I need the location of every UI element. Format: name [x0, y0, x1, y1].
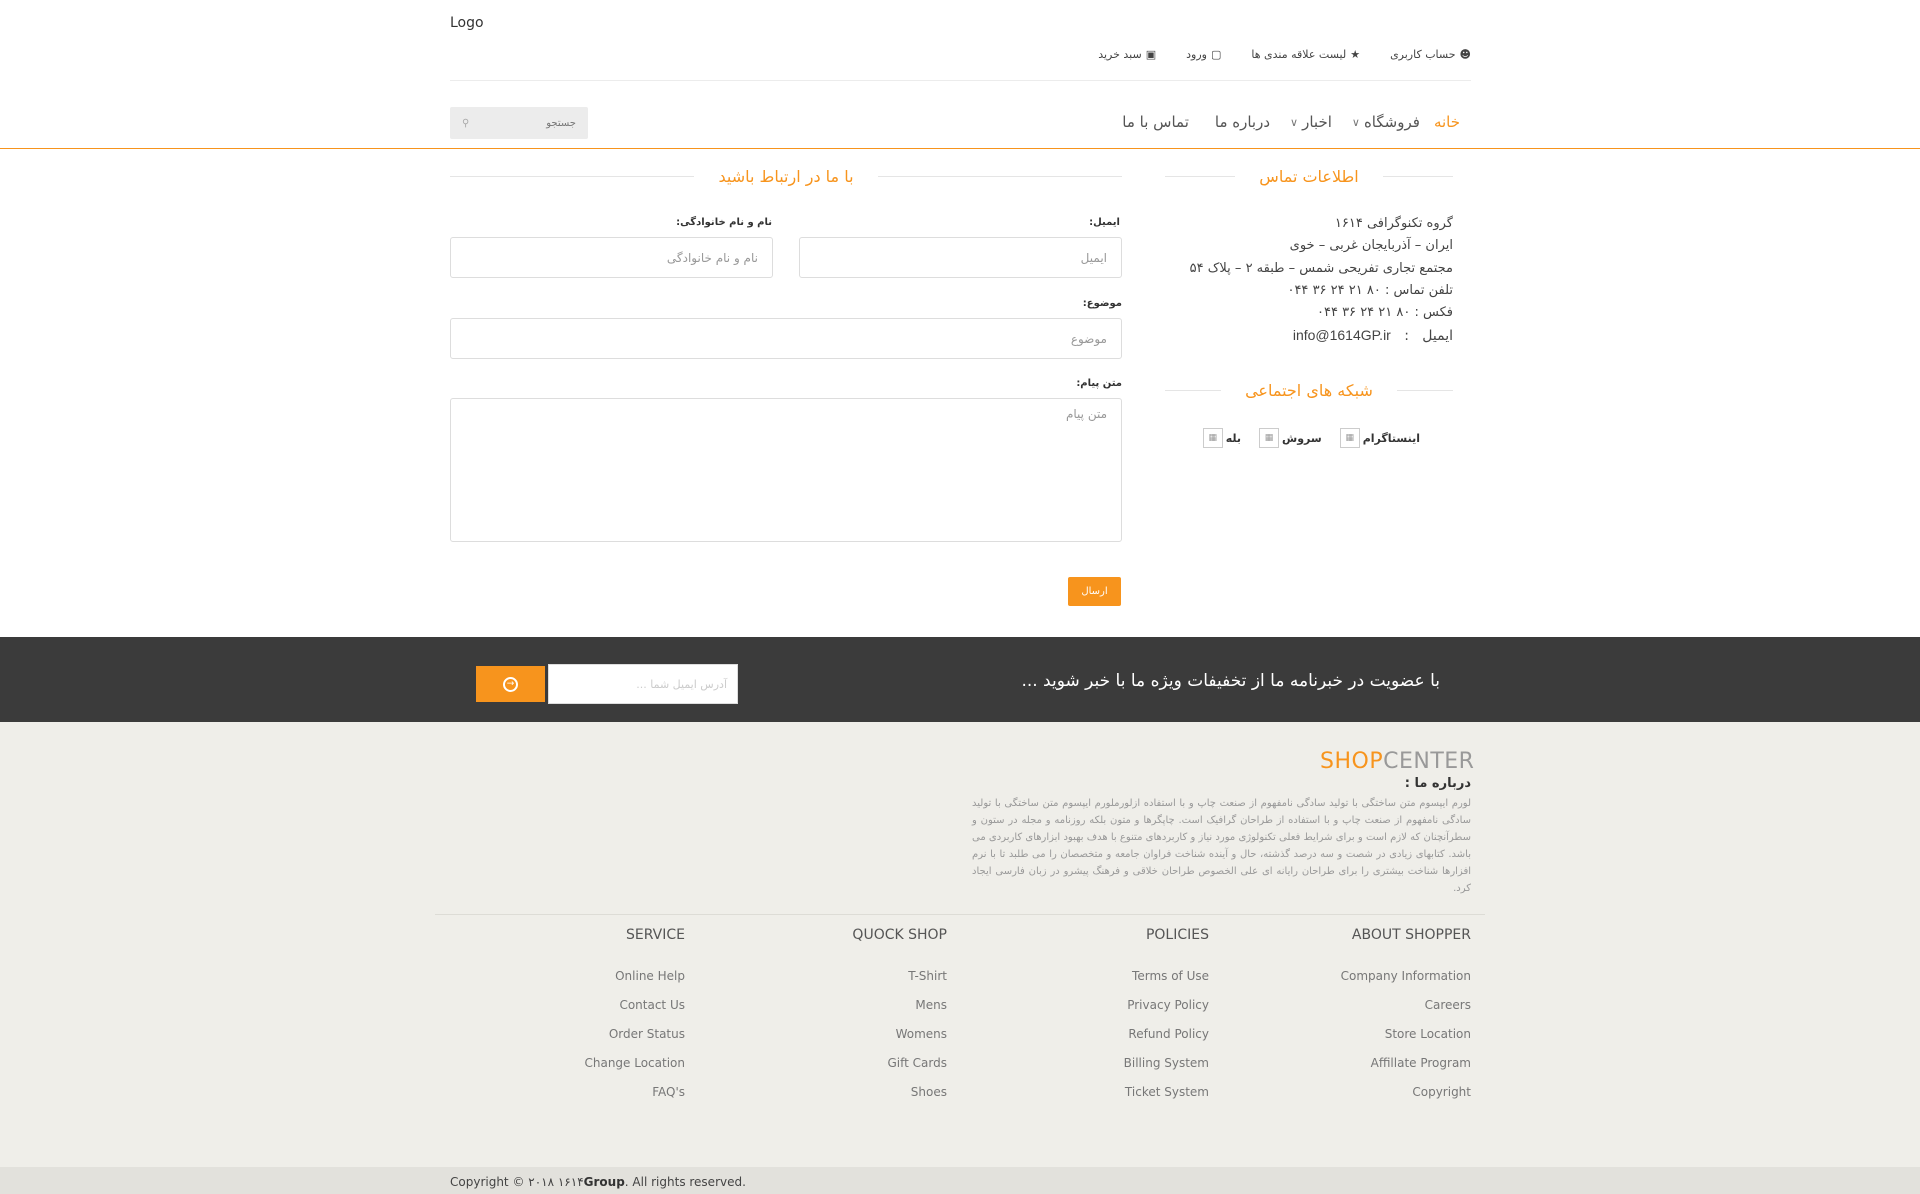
search-box: ⚲ [450, 107, 588, 139]
cart-icon: ▣ [1145, 47, 1157, 61]
chevron-down-icon: ∨ [1290, 115, 1299, 129]
logo[interactable]: Logo [450, 15, 484, 31]
lock-icon: ▢ [1210, 47, 1222, 61]
email-field[interactable]: ایمیل [799, 237, 1122, 278]
broken-image-icon: ▦ [1259, 428, 1280, 448]
contact-info-heading: اطلاعات تماس [1165, 167, 1453, 186]
contact-line: تلفن تماس : ۸۰ ۲۱ ۲۴ ۳۶ ۰۴۴ [1287, 282, 1453, 298]
contact-line: ایران – آذربایجان غربی – خوی [1289, 238, 1453, 254]
arrow-circle-icon: → [503, 676, 518, 692]
broken-image-icon: ▦ [1339, 428, 1360, 448]
subject-field[interactable]: موضوع [450, 318, 1122, 359]
footer-col-title: POLICIES [1145, 927, 1209, 943]
footer-col-service: SERVICE Online Help Contact Us Order Sta… [485, 927, 685, 1114]
nav-item-about[interactable]: درباره ما [1215, 113, 1270, 131]
newsletter-email-input[interactable]: آدرس ایمیل شما ... [548, 664, 738, 704]
contact-email-line: ایمیل : info@1614GP.ir [1165, 324, 1453, 347]
footer-link[interactable]: Affillate Program [1271, 1056, 1471, 1085]
footer-link[interactable]: Change Location [485, 1056, 685, 1085]
send-button[interactable]: ارسال [1068, 577, 1121, 606]
nav-item-shop[interactable]: فروشگاه ∨ [1352, 113, 1420, 131]
footer-col-policies: POLICIES Terms of Use Privacy Policy Ref… [1009, 927, 1209, 1114]
cart-link[interactable]: ▣ سبد خرید [1098, 46, 1156, 62]
footer-link[interactable]: Ticket System [1009, 1085, 1209, 1114]
nav-underline [0, 148, 1920, 149]
search-icon[interactable]: ⚲ [462, 118, 469, 129]
footer-about-text: لورم ایپسوم متن ساختگی با تولید سادگی نا… [972, 798, 1471, 894]
social-heading: شبکه های اجتماعی [1164, 381, 1453, 400]
social-instagram[interactable]: اینستاگرام ▦ [1339, 428, 1420, 448]
footer-divider [435, 914, 1485, 915]
footer-link[interactable]: Womens [747, 1027, 947, 1056]
footer-link[interactable]: Contact Us [485, 998, 685, 1027]
footer-link[interactable]: T-Shirt [747, 969, 947, 998]
chevron-down-icon: ∨ [1351, 115, 1360, 129]
footer-link[interactable]: Shoes [747, 1085, 947, 1114]
footer-brand: SHOPCENTER [1320, 749, 1475, 774]
broken-image-icon: ▦ [1202, 428, 1223, 448]
contact-email[interactable]: info@1614GP.ir [1293, 324, 1391, 346]
nav-item-news[interactable]: اخبار ∨ [1290, 113, 1332, 131]
footer [0, 722, 1920, 1194]
footer-link[interactable]: Careers [1271, 998, 1471, 1027]
footer-col-title: SERVICE [625, 927, 685, 943]
footer-link[interactable]: Online Help [485, 969, 685, 998]
message-textarea[interactable]: متن پیام [450, 398, 1122, 542]
footer-col-quick-shop: QUOCK SHOP T-Shirt Mens Womens Gift Card… [747, 927, 947, 1114]
footer-link[interactable]: Copyright [1271, 1085, 1471, 1114]
footer-link[interactable]: Store Location [1271, 1027, 1471, 1056]
copyright-bar [0, 1167, 1920, 1194]
footer-link[interactable]: Terms of Use [1009, 969, 1209, 998]
nav-item-home[interactable]: خانه [1434, 113, 1460, 131]
footer-col-title: ABOUT SHOPPER [1351, 927, 1471, 943]
newsletter-band [0, 637, 1920, 722]
newsletter-text: با عضویت در خبرنامه ما از تخفیفات ویژه م… [1021, 671, 1440, 691]
footer-link[interactable]: Refund Policy [1009, 1027, 1209, 1056]
contact-info: گروه تکنوگرافی ۱۶۱۴ ایران – آذربایجان غر… [1165, 213, 1453, 348]
email-label: ایمیل: [1089, 217, 1120, 228]
account-link[interactable]: ☻ حساب کاربری [1390, 46, 1471, 62]
contact-form-heading: با ما در ارتباط باشید [450, 167, 1122, 186]
message-label: متن پیام: [1076, 378, 1122, 389]
footer-link[interactable]: Order Status [485, 1027, 685, 1056]
footer-link[interactable]: Gift Cards [747, 1056, 948, 1085]
social-links: اینستاگرام ▦ سروش ▦ بله ▦ [1200, 428, 1420, 448]
header-divider [450, 80, 1471, 81]
top-links-bar: ☻ حساب کاربری ★ لیست علاقه مندی ها ▢ ورو… [450, 46, 1471, 62]
copyright-text: Copyright © ۲۰۱۸ ۱۶۱۴Group. All rights r… [450, 1175, 746, 1189]
search-input[interactable] [486, 117, 576, 129]
contact-line: گروه تکنوگرافی ۱۶۱۴ [1334, 216, 1453, 231]
contact-line: مجتمع تجاری تفریحی شمس – طبقه ۲ – پلاک ۵… [1189, 260, 1453, 276]
social-soroush[interactable]: سروش ▦ [1259, 428, 1322, 448]
name-label: نام و نام خانوادگی: [676, 217, 772, 228]
wishlist-link[interactable]: ★ لیست علاقه مندی ها [1251, 46, 1360, 62]
footer-link[interactable]: FAQ's [485, 1085, 685, 1114]
social-bale[interactable]: بله ▦ [1202, 428, 1241, 448]
login-link[interactable]: ▢ ورود [1186, 46, 1221, 62]
newsletter-submit-button[interactable]: → [476, 666, 545, 702]
subject-label: موضوع: [1082, 298, 1122, 309]
footer-col-title: QUOCK SHOP [852, 927, 947, 943]
footer-link[interactable]: Privacy Policy [1009, 998, 1209, 1027]
nav-item-contact[interactable]: تماس با ما [1122, 113, 1189, 131]
footer-link[interactable]: Mens [747, 998, 947, 1027]
footer-about-title: درباره ما : [1404, 776, 1471, 791]
footer-link[interactable]: Billing System [1009, 1056, 1209, 1085]
footer-link[interactable]: Company Information [1271, 969, 1471, 998]
star-icon: ★ [1350, 47, 1361, 61]
user-icon: ☻ [1459, 47, 1471, 61]
contact-line: فکس : ۸۰ ۲۱ ۲۴ ۳۶ ۰۴۴ [1316, 305, 1453, 321]
footer-col-about: ABOUT SHOPPER Company Information Career… [1271, 927, 1471, 1114]
name-field[interactable]: نام و نام خانوادگی [450, 237, 773, 278]
main-nav: خانه فروشگاه ∨ اخبار ∨ درباره ما تماس با… [1080, 110, 1460, 134]
